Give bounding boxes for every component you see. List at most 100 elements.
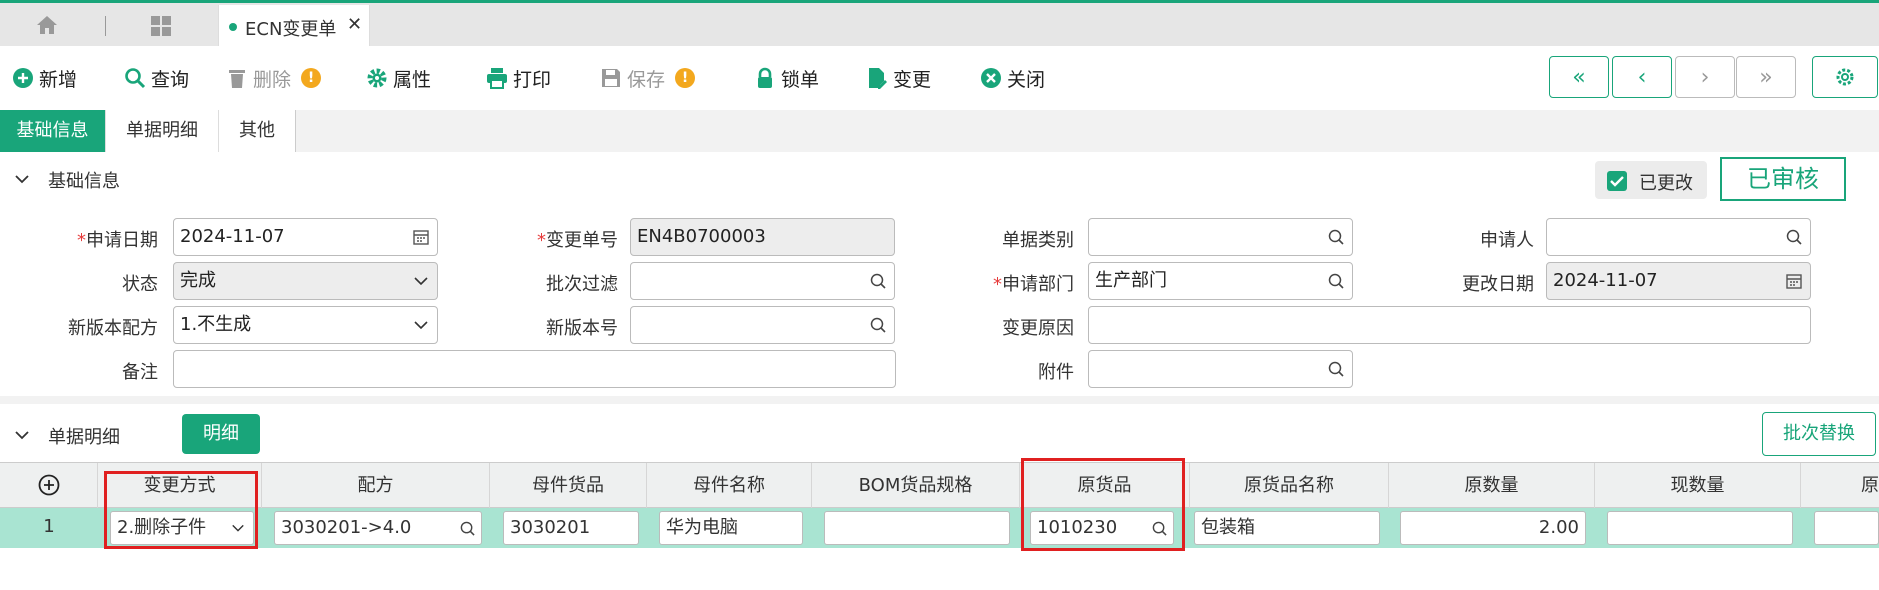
double-chevron-left-icon: «	[1572, 64, 1586, 90]
properties-label: 属性	[393, 68, 432, 91]
column-header[interactable]: BOM货品规格	[812, 463, 1020, 509]
apply-date-field[interactable]: 2024-11-07	[173, 218, 438, 256]
next-record-button[interactable]: ›	[1675, 56, 1735, 98]
change-no-field[interactable]: EN4B0700003	[630, 218, 895, 256]
tab-bar: ECN变更单 ✕	[0, 0, 1879, 47]
apply-date-label: *申请日期	[77, 230, 158, 251]
next-cell-field[interactable]	[1814, 511, 1879, 545]
search-icon[interactable]	[1328, 273, 1344, 289]
change-method-select[interactable]: 2.删除子件	[110, 511, 254, 545]
search-icon[interactable]	[1328, 361, 1344, 377]
query-button[interactable]: 查询	[124, 64, 189, 92]
section-tabs: 基础信息 单据明细 其他	[0, 110, 1879, 152]
save-button[interactable]: 保存 !	[600, 64, 696, 92]
column-header[interactable]: 现数量	[1595, 463, 1801, 509]
trash-icon	[229, 70, 245, 88]
status-select[interactable]: 完成	[173, 262, 438, 300]
search-icon[interactable]	[1328, 229, 1344, 245]
plus-circle-icon	[13, 68, 33, 88]
parent-name-field[interactable]: 华为电脑	[659, 511, 803, 545]
doc-type-field[interactable]	[1088, 218, 1353, 256]
batch-filter-field[interactable]	[630, 262, 895, 300]
change-button[interactable]: 变更	[866, 64, 931, 92]
column-header[interactable]: 原数量	[1389, 463, 1595, 509]
new-version-field[interactable]	[630, 306, 895, 344]
column-header[interactable]: 原	[1801, 463, 1879, 509]
close-label: 关闭	[1007, 68, 1046, 91]
status-label: 状态	[122, 274, 158, 295]
tab-label: ECN变更单	[245, 19, 337, 40]
add-row-icon[interactable]	[38, 474, 60, 496]
divider	[0, 396, 1879, 404]
prev-record-button[interactable]: ‹	[1612, 56, 1672, 98]
column-header[interactable]: 原货品	[1020, 463, 1190, 509]
orig-qty-field[interactable]: 2.00	[1400, 511, 1586, 545]
applicant-field[interactable]	[1546, 218, 1811, 256]
print-button[interactable]: 打印	[486, 64, 551, 92]
column-header[interactable]: 原货品名称	[1190, 463, 1389, 509]
properties-button[interactable]: 属性	[366, 64, 431, 92]
calendar-icon[interactable]	[413, 229, 429, 245]
tab-detail[interactable]: 单据明细	[106, 110, 219, 152]
column-header[interactable]: 母件货品	[490, 463, 647, 509]
dept-field[interactable]: 生产部门	[1088, 262, 1353, 300]
orig-item-field[interactable]: 1010230	[1030, 511, 1174, 545]
delete-button[interactable]: 删除 !	[226, 64, 322, 92]
close-button[interactable]: 关闭	[980, 64, 1045, 92]
home-icon[interactable]	[36, 15, 58, 35]
close-circle-icon	[981, 68, 1001, 88]
column-header[interactable]: 配方	[262, 463, 490, 509]
applicant-label: 申请人	[1480, 230, 1534, 251]
chevron-down-icon[interactable]	[14, 427, 30, 443]
modify-date-field[interactable]: 2024-11-07	[1546, 262, 1811, 300]
modified-checkbox[interactable]: 已更改	[1595, 161, 1707, 199]
detail-button[interactable]: 明细	[182, 414, 260, 454]
batch-replace-button[interactable]: 批次替换	[1762, 412, 1876, 456]
column-header[interactable]: 变更方式	[98, 463, 262, 509]
calendar-icon[interactable]	[1786, 273, 1802, 289]
table-row[interactable]: 1 2.删除子件 3030201->4.0 3030201 华为电脑 10102…	[0, 508, 1879, 548]
curr-qty-field[interactable]	[1607, 511, 1793, 545]
chevron-down-icon[interactable]	[14, 171, 30, 187]
close-icon[interactable]: ✕	[347, 14, 362, 35]
orig-item-name-field[interactable]: 包装箱	[1194, 511, 1380, 545]
change-label: 变更	[893, 68, 932, 91]
formula-field[interactable]: 3030201->4.0	[274, 511, 482, 545]
column-header[interactable]: 母件名称	[647, 463, 812, 509]
search-icon[interactable]	[870, 317, 886, 333]
search-icon[interactable]	[870, 273, 886, 289]
tab-basic-info[interactable]: 基础信息	[0, 110, 106, 152]
attachment-field[interactable]	[1088, 350, 1353, 388]
search-icon[interactable]	[1152, 521, 1167, 536]
remark-label: 备注	[122, 362, 158, 383]
lock-button[interactable]: 锁单	[754, 64, 819, 92]
modify-date-label: 更改日期	[1462, 274, 1534, 295]
gear-icon	[1836, 68, 1854, 86]
query-label: 查询	[151, 68, 190, 91]
dept-label: *申请部门	[993, 274, 1074, 295]
search-icon[interactable]	[1786, 229, 1802, 245]
grid-icon[interactable]	[150, 15, 172, 37]
bom-spec-field[interactable]	[824, 511, 1010, 545]
warning-icon: !	[675, 68, 696, 88]
basic-info-header: 基础信息 已更改 已审核	[0, 155, 1879, 201]
add-row-cell	[0, 463, 98, 509]
row-index: 1	[43, 516, 55, 537]
add-button[interactable]: 新增	[12, 64, 77, 92]
change-reason-field[interactable]	[1088, 306, 1811, 344]
active-dot-icon	[229, 23, 237, 31]
chevron-right-icon: ›	[1700, 64, 1710, 90]
new-formula-select[interactable]: 1.不生成	[173, 306, 438, 344]
tab-other[interactable]: 其他	[219, 110, 296, 152]
settings-button[interactable]	[1812, 56, 1878, 98]
tab-ecn[interactable]: ECN变更单 ✕	[218, 5, 370, 47]
first-record-button[interactable]: «	[1549, 56, 1609, 98]
modified-label: 已更改	[1639, 173, 1693, 194]
search-icon	[125, 68, 146, 89]
chevron-left-icon: ‹	[1637, 64, 1647, 90]
batch-filter-label: 批次过滤	[546, 274, 618, 295]
last-record-button[interactable]: »	[1736, 56, 1796, 98]
remark-field[interactable]	[173, 350, 896, 388]
parent-item-field[interactable]: 3030201	[503, 511, 639, 545]
search-icon[interactable]	[460, 521, 475, 536]
